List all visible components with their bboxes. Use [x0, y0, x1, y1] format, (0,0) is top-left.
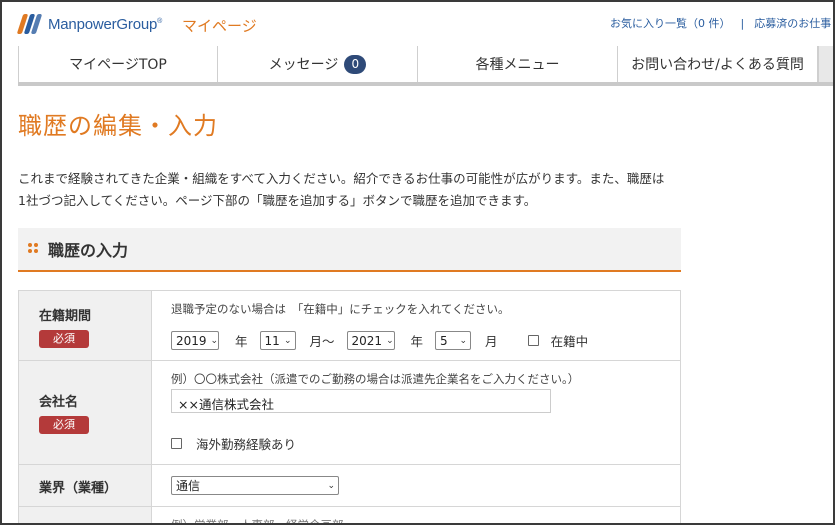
row-label: 会社名 必須	[19, 361, 152, 464]
currently-employed-label: 在籍中	[550, 334, 589, 349]
page-title: 職歴の編集・入力	[18, 112, 218, 140]
section-header: 職歴の入力	[18, 228, 681, 272]
period-label: 在籍期間	[39, 309, 92, 324]
chevron-down-icon: ⌄	[386, 335, 394, 346]
period-controls: 2019 ⌄ 年 11 ⌄ 月〜 2021 ⌄ 年 5 ⌄ 月 在籍中	[171, 331, 588, 350]
manpower-logo-icon	[16, 14, 44, 34]
currently-employed-checkbox[interactable]	[527, 335, 539, 346]
company-label: 会社名	[39, 395, 79, 410]
row-label: 業界（業種）	[19, 465, 152, 506]
chevron-down-icon: ⌄	[459, 335, 468, 346]
chevron-down-icon: ⌄	[283, 335, 292, 346]
main-nav: マイページTOP メッセージ 0 各種メニュー お問い合わせ/よくある質問	[18, 46, 833, 86]
company-name-input[interactable]: ××通信株式会社	[171, 389, 551, 413]
message-count-badge: 0	[344, 54, 367, 74]
end-year-select[interactable]: 2021 ⌄	[346, 331, 395, 350]
overseas-experience-checkbox[interactable]	[171, 438, 182, 449]
required-badge: 必須	[39, 416, 89, 434]
row-label	[19, 507, 152, 523]
nav-item-menu[interactable]: 各種メニュー	[418, 46, 618, 82]
nav-item-contact-faq[interactable]: お問い合わせ/よくある質問	[618, 46, 818, 82]
start-month-select[interactable]: 11 ⌄	[259, 331, 296, 350]
form-row-industry: 業界（業種） 通信 ⌄	[19, 465, 680, 507]
chevron-down-icon: ⌄	[210, 335, 219, 346]
form-row-company: 会社名 必須 例）〇〇株式会社（派遣でのご勤務の場合は派遣先企業名をご入力くださ…	[19, 361, 680, 465]
industry-select[interactable]: 通信 ⌄	[171, 476, 339, 495]
company-note: 例）〇〇株式会社（派遣でのご勤務の場合は派遣先企業名をご入力ください。）	[171, 372, 580, 386]
row-body: 通信 ⌄	[152, 465, 680, 506]
unit-year: 年	[410, 334, 424, 349]
row-body: 退職予定のない場合は 「在籍中」にチェックを入れてください。 2019 ⌄ 年 1…	[152, 291, 680, 360]
department-note: 例）営業部 人事部 経営企画部	[171, 518, 344, 525]
required-badge: 必須	[39, 330, 89, 348]
nav-item-label: メッセージ	[268, 57, 339, 73]
intro-text: これまで経験されてきた企業・組織をすべて入力ください。紹介できるお仕事の可能性が…	[18, 168, 698, 212]
select-value: 11	[264, 333, 280, 348]
intro-line: これまで経験されてきた企業・組織をすべて入力ください。紹介できるお仕事の可能性が…	[18, 171, 665, 186]
chevron-down-icon: ⌄	[327, 480, 335, 491]
start-year-select[interactable]: 2019 ⌄	[171, 331, 219, 350]
nav-item-label: お問い合わせ/よくある質問	[631, 57, 804, 73]
form-row-department: 例）営業部 人事部 経営企画部	[19, 507, 680, 525]
nav-overflow	[818, 46, 833, 82]
nav-item-messages[interactable]: メッセージ 0	[218, 46, 418, 82]
nav-item-mypage-top[interactable]: マイページTOP	[18, 46, 218, 82]
industry-label: 業界（業種）	[39, 481, 118, 496]
top-links: お気に入り一覧（0 件） | 応募済のお仕事	[610, 15, 831, 31]
unit-year: 年	[235, 334, 248, 349]
applied-jobs-link[interactable]: 応募済のお仕事	[754, 17, 831, 30]
header: ManpowerGroup® マイページ お気に入り一覧（0 件） | 応募済のお仕…	[2, 2, 833, 46]
select-value: 通信	[176, 479, 201, 493]
four-dots-icon	[28, 243, 40, 255]
overseas-experience-label: 海外勤務経験あり	[196, 437, 297, 452]
favorites-link[interactable]: お気に入り一覧（0 件）	[610, 17, 731, 30]
row-body: 例）〇〇株式会社（派遣でのご勤務の場合は派遣先企業名をご入力ください。） ××通…	[152, 361, 680, 464]
row-body: 例）営業部 人事部 経営企画部	[152, 507, 680, 525]
page-frame: ManpowerGroup® マイページ お気に入り一覧（0 件） | 応募済のお仕…	[0, 0, 835, 525]
mypage-title: マイページ	[182, 17, 257, 35]
select-value: 2021	[351, 333, 383, 348]
nav-item-label: 各種メニュー	[475, 57, 560, 73]
intro-line: 1社づつ記入してください。ページ下部の「職歴を追加する」ボタンで職歴を追加できま…	[18, 193, 537, 208]
top-links-separator: |	[740, 17, 745, 30]
logo-text: ManpowerGroup®	[48, 15, 163, 33]
section-title: 職歴の入力	[48, 241, 129, 260]
select-value: 5	[440, 333, 448, 348]
career-form: 在籍期間 必須 退職予定のない場合は 「在籍中」にチェックを入れてください。 2…	[18, 290, 681, 525]
overseas-option: 海外勤務経験あり	[171, 434, 296, 453]
nav-item-label: マイページTOP	[69, 57, 167, 73]
unit-month-range: 月〜	[309, 334, 335, 349]
select-value: 2019	[176, 333, 207, 348]
end-month-select[interactable]: 5 ⌄	[435, 331, 472, 350]
logo[interactable]: ManpowerGroup®	[16, 14, 163, 34]
form-row-period: 在籍期間 必須 退職予定のない場合は 「在籍中」にチェックを入れてください。 2…	[19, 291, 680, 361]
unit-month: 月	[485, 334, 498, 349]
row-label: 在籍期間 必須	[19, 291, 152, 360]
period-note: 退職予定のない場合は 「在籍中」にチェックを入れてください。	[171, 302, 510, 316]
